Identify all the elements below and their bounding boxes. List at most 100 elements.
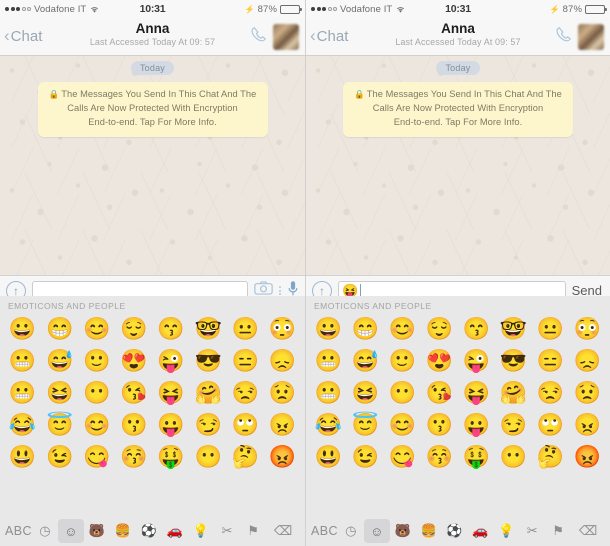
backspace-icon[interactable]: ⌫: [571, 519, 605, 543]
emoji-key[interactable]: 😉: [347, 442, 384, 472]
arrow-up-circle-icon-right[interactable]: ↑: [312, 280, 332, 296]
emoji-key[interactable]: 🤔: [532, 442, 569, 472]
emoji-key[interactable]: 😡: [264, 442, 301, 472]
emoji-key[interactable]: 😌: [115, 314, 152, 344]
emoji-key[interactable]: 😑: [227, 346, 264, 376]
emoji-key[interactable]: 😟: [569, 378, 606, 408]
sports-category-icon[interactable]: ⚽: [442, 519, 468, 543]
emoji-key[interactable]: 😁: [347, 314, 384, 344]
emoji-key[interactable]: 😉: [41, 442, 78, 472]
emoji-key[interactable]: 😙: [153, 314, 190, 344]
message-input-left[interactable]: [32, 280, 248, 296]
emoji-key[interactable]: 😬: [4, 346, 41, 376]
emoji-key[interactable]: 😍: [115, 346, 152, 376]
backspace-icon[interactable]: ⌫: [266, 519, 300, 543]
sports-category-icon[interactable]: ⚽: [136, 519, 162, 543]
emoji-key[interactable]: 🤗: [495, 378, 532, 408]
emoji-key[interactable]: 😬: [310, 378, 347, 408]
camera-icon[interactable]: [254, 281, 273, 296]
send-button[interactable]: Send: [572, 283, 604, 296]
emoji-key[interactable]: 😙: [458, 314, 495, 344]
travel-category-icon[interactable]: 🚗: [162, 519, 188, 543]
food-category-icon[interactable]: 🍔: [416, 519, 442, 543]
emoji-key[interactable]: 😂: [310, 410, 347, 440]
flags-category-icon[interactable]: ⚑: [545, 519, 571, 543]
emoji-key[interactable]: 😇: [41, 410, 78, 440]
food-category-icon[interactable]: 🍔: [110, 519, 136, 543]
emoji-key[interactable]: 😗: [421, 410, 458, 440]
emoji-key[interactable]: 😆: [41, 378, 78, 408]
emoji-key[interactable]: 🤑: [458, 442, 495, 472]
emoji-key[interactable]: 😅: [347, 346, 384, 376]
emoji-key[interactable]: 😛: [458, 410, 495, 440]
emoji-key[interactable]: 😐: [227, 314, 264, 344]
abc-key[interactable]: ABC: [5, 519, 32, 543]
emoji-key[interactable]: 🤓: [495, 314, 532, 344]
smiley-category-icon[interactable]: ☺: [363, 519, 390, 543]
emoji-key[interactable]: 😏: [190, 410, 227, 440]
emoji-key[interactable]: 😠: [569, 410, 606, 440]
smiley-category-icon[interactable]: ☺: [57, 519, 84, 543]
emoji-key[interactable]: 😜: [458, 346, 495, 376]
emoji-key[interactable]: 😶: [495, 442, 532, 472]
animals-category-icon[interactable]: 🐻: [390, 519, 416, 543]
emoji-key[interactable]: 😀: [310, 314, 347, 344]
objects-category-icon[interactable]: 💡: [188, 519, 214, 543]
symbols-category-icon[interactable]: ✂: [519, 519, 545, 543]
emoji-key[interactable]: 🤗: [190, 378, 227, 408]
emoji-key[interactable]: 😋: [384, 442, 421, 472]
emoji-key[interactable]: 😊: [78, 314, 115, 344]
emoji-key[interactable]: 😂: [4, 410, 41, 440]
emoji-key[interactable]: 😀: [4, 314, 41, 344]
emoji-key[interactable]: 😘: [421, 378, 458, 408]
emoji-key[interactable]: 🙂: [78, 346, 115, 376]
clock-recent-icon[interactable]: ◷: [32, 519, 58, 543]
contact-avatar[interactable]: [273, 23, 299, 50]
animals-category-icon[interactable]: 🐻: [84, 519, 110, 543]
message-input-right[interactable]: 😝: [338, 280, 566, 296]
emoji-key[interactable]: 😠: [264, 410, 301, 440]
emoji-key[interactable]: 😐: [532, 314, 569, 344]
emoji-key[interactable]: 😇: [347, 410, 384, 440]
emoji-key[interactable]: 😏: [495, 410, 532, 440]
contact-avatar-right[interactable]: [578, 23, 604, 50]
emoji-key[interactable]: 😒: [227, 378, 264, 408]
emoji-key[interactable]: 😎: [190, 346, 227, 376]
emoji-key[interactable]: 🤓: [190, 314, 227, 344]
emoji-key[interactable]: 😌: [421, 314, 458, 344]
objects-category-icon[interactable]: 💡: [493, 519, 519, 543]
back-button-right[interactable]: ‹ Chat: [310, 27, 348, 45]
emoji-key[interactable]: 😁: [41, 314, 78, 344]
emoji-key[interactable]: 😞: [264, 346, 301, 376]
emoji-key[interactable]: 😝: [458, 378, 495, 408]
emoji-key[interactable]: 🙄: [227, 410, 264, 440]
encryption-notice-right[interactable]: 🔒 The Messages You Send In This Chat And …: [343, 82, 573, 137]
emoji-key[interactable]: 😊: [384, 410, 421, 440]
emoji-key[interactable]: 😛: [153, 410, 190, 440]
emoji-key[interactable]: 😅: [41, 346, 78, 376]
emoji-key[interactable]: 😊: [384, 314, 421, 344]
emoji-key[interactable]: 😆: [347, 378, 384, 408]
emoji-key[interactable]: 😎: [495, 346, 532, 376]
emoji-key[interactable]: 😜: [153, 346, 190, 376]
more-vertical-icon[interactable]: [279, 286, 281, 295]
phone-icon[interactable]: [250, 26, 267, 48]
emoji-key[interactable]: 😟: [264, 378, 301, 408]
emoji-key[interactable]: 😳: [264, 314, 301, 344]
emoji-key[interactable]: 😡: [569, 442, 606, 472]
emoji-key[interactable]: 🙄: [532, 410, 569, 440]
symbols-category-icon[interactable]: ✂: [214, 519, 240, 543]
encryption-notice[interactable]: 🔒 The Messages You Send In This Chat And …: [37, 82, 268, 137]
emoji-key[interactable]: 😘: [115, 378, 152, 408]
emoji-key[interactable]: 😳: [569, 314, 606, 344]
back-button[interactable]: ‹ Chat: [4, 27, 42, 45]
emoji-key[interactable]: 🤑: [153, 442, 190, 472]
emoji-key[interactable]: 😝: [153, 378, 190, 408]
emoji-key[interactable]: 😑: [532, 346, 569, 376]
emoji-key[interactable]: 🤔: [227, 442, 264, 472]
emoji-key[interactable]: 😃: [310, 442, 347, 472]
travel-category-icon[interactable]: 🚗: [467, 519, 493, 543]
emoji-key[interactable]: 😃: [4, 442, 41, 472]
emoji-key[interactable]: 🙂: [384, 346, 421, 376]
emoji-key[interactable]: 😶: [384, 378, 421, 408]
